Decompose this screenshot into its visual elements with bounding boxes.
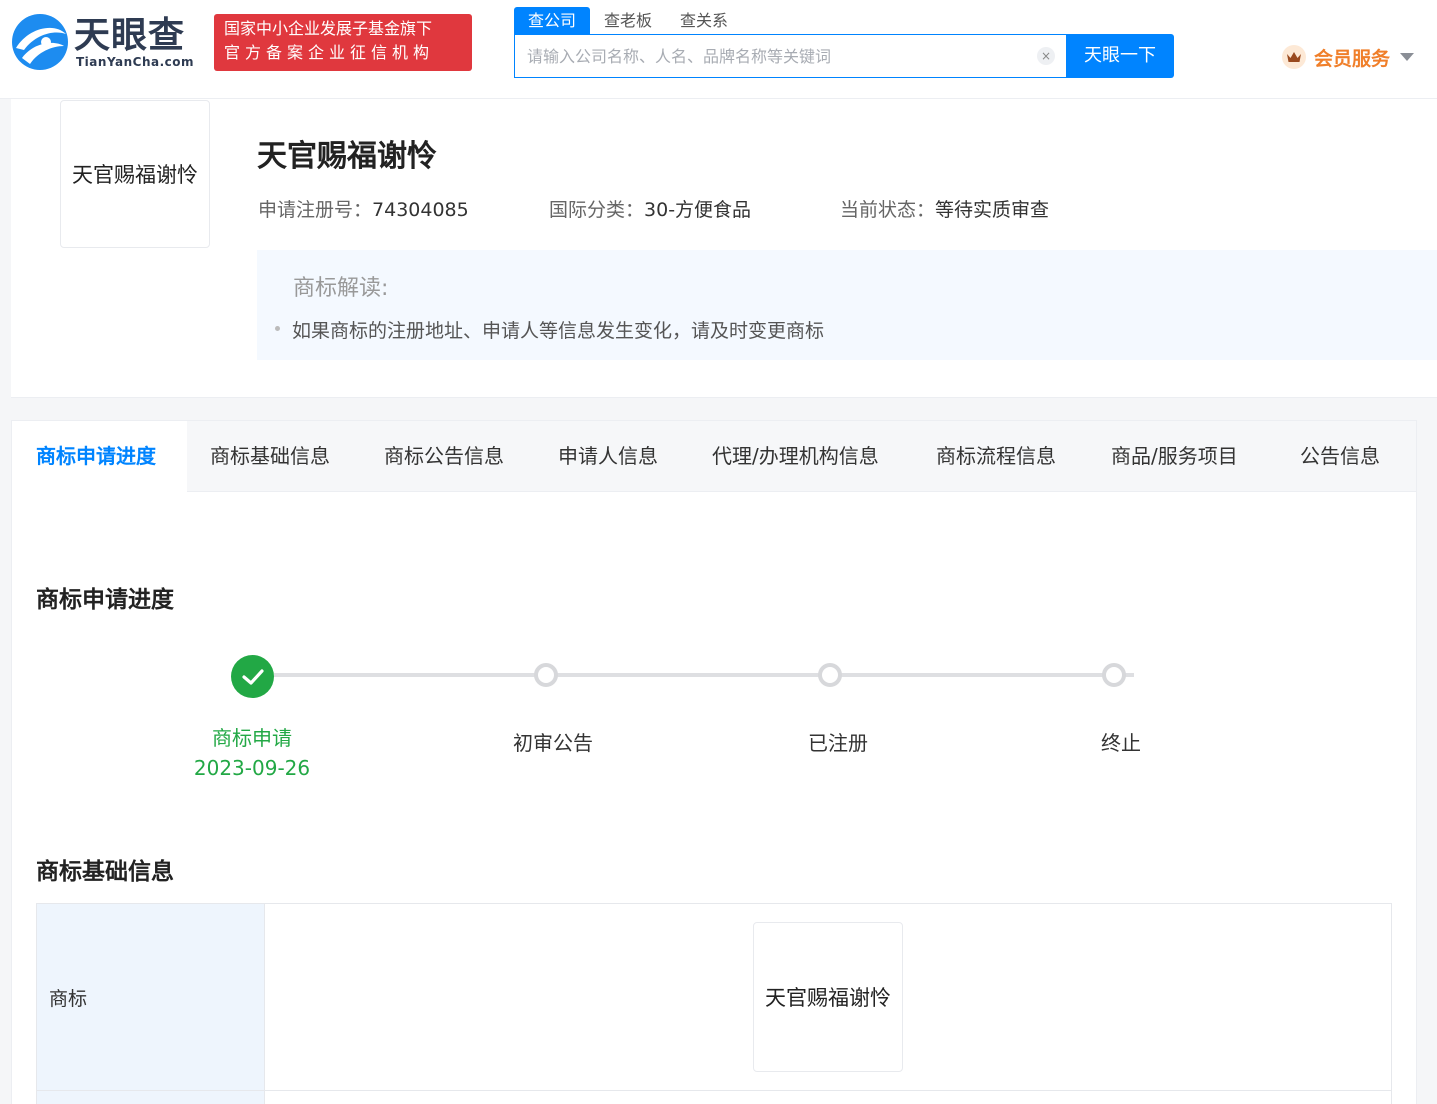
tab-agency-info[interactable]: 代理/办理机构信息	[712, 421, 879, 492]
interpretation-title: 商标解读:	[293, 276, 389, 301]
trademark-name: 天官赐福谢怜	[257, 139, 437, 174]
search-tab-relation[interactable]: 查关系	[666, 7, 742, 34]
step-label: 终止	[1101, 731, 1141, 755]
crown-icon	[1282, 45, 1306, 69]
tab-applicant-info[interactable]: 申请人信息	[558, 421, 658, 492]
step-label: 初审公告	[513, 731, 593, 755]
member-service-menu[interactable]: 会员服务	[1282, 42, 1415, 72]
trademark-image[interactable]: 天官赐福谢怜	[753, 922, 903, 1072]
table-row	[37, 1091, 1391, 1104]
clear-icon[interactable]: ×	[1037, 47, 1055, 65]
table-value-cell	[265, 1091, 1391, 1104]
search-type-tabs: 查公司 查老板 查关系	[514, 7, 742, 34]
check-icon	[241, 668, 264, 685]
bullet-icon	[275, 326, 280, 331]
trademark-detail-card: 商标申请进度 商标基础信息 商标公告信息 申请人信息 代理/办理机构信息 商标流…	[11, 420, 1417, 1104]
trademark-summary-card: 天官赐福谢怜 天官赐福谢怜 申请注册号：74304085 国际分类：30-方便食…	[11, 99, 1437, 398]
international-class-label: 国际分类：	[549, 199, 645, 221]
tab-announcement-info[interactable]: 商标公告信息	[384, 421, 504, 492]
tab-goods-services[interactable]: 商品/服务项目	[1111, 421, 1238, 492]
table-row: 商标 天官赐福谢怜	[37, 904, 1391, 1091]
search-tab-company[interactable]: 查公司	[514, 7, 591, 34]
trademark-interpretation: 商标解读: 如果商标的注册地址、申请人等信息发生变化，请及时变更商标	[257, 250, 1437, 360]
search-tab-boss[interactable]: 查老板	[590, 7, 666, 34]
application-progress-timeline: 商标申请 2023-09-26 初审公告 已注册 终止	[12, 651, 1416, 791]
search-button[interactable]: 天眼一下	[1066, 34, 1174, 78]
interpretation-text: 如果商标的注册地址、申请人等信息发生变化，请及时变更商标	[292, 320, 825, 342]
top-header: 天眼查 TianYanCha.com 国家中小企业发展子基金旗下 官方备案企业征…	[0, 0, 1437, 99]
registration-number-label: 申请注册号：	[258, 199, 373, 221]
step-node-completed	[231, 655, 274, 698]
badge-line-1: 国家中小企业发展子基金旗下	[224, 19, 433, 38]
chevron-down-icon	[1400, 53, 1415, 61]
international-class-value: 30-方便食品	[644, 199, 752, 221]
certification-badge: 国家中小企业发展子基金旗下 官方备案企业征信机构	[214, 14, 472, 71]
logo-text-cn: 天眼查	[74, 15, 186, 56]
table-label-cell	[37, 1091, 265, 1104]
tab-process-info[interactable]: 商标流程信息	[936, 421, 1056, 492]
current-status-label: 当前状态：	[840, 199, 936, 221]
trademark-thumbnail: 天官赐福谢怜	[60, 100, 210, 248]
tab-application-progress[interactable]: 商标申请进度	[12, 421, 187, 493]
interpretation-item: 如果商标的注册地址、申请人等信息发生变化，请及时变更商标	[275, 316, 824, 343]
tab-basic-info[interactable]: 商标基础信息	[210, 421, 330, 492]
table-label-cell: 商标	[37, 904, 265, 1090]
registration-number: 申请注册号：74304085	[258, 197, 469, 223]
international-class: 国际分类：30-方便食品	[549, 197, 751, 223]
progress-section-title: 商标申请进度	[36, 587, 174, 613]
progress-track	[274, 673, 1134, 677]
step-date: 2023-09-26	[193, 756, 311, 780]
tianyancha-logo[interactable]: 天眼查 TianYanCha.com	[10, 12, 210, 74]
current-status-value: 等待实质审查	[935, 199, 1050, 221]
step-label: 已注册	[808, 731, 868, 755]
member-service-label: 会员服务	[1314, 47, 1391, 70]
step-node-pending	[1102, 663, 1126, 687]
basic-info-table: 商标 天官赐福谢怜	[36, 903, 1392, 1104]
step-node-pending	[818, 663, 842, 687]
search-input[interactable]	[527, 35, 1027, 77]
step-label: 商标申请	[212, 726, 292, 750]
search-box: ×	[514, 34, 1067, 78]
step-node-pending	[534, 663, 558, 687]
detail-tabbar: 商标申请进度 商标基础信息 商标公告信息 申请人信息 代理/办理机构信息 商标流…	[12, 421, 1416, 493]
current-status: 当前状态：等待实质审查	[840, 197, 1049, 223]
logo-text-en: TianYanCha.com	[76, 55, 195, 69]
badge-line-2: 官方备案企业征信机构	[224, 43, 435, 62]
basic-info-section-title: 商标基础信息	[36, 859, 174, 885]
registration-number-value: 74304085	[372, 199, 469, 221]
tab-notice-info[interactable]: 公告信息	[1300, 421, 1380, 492]
logo-eye-icon	[12, 14, 68, 70]
table-value-cell: 天官赐福谢怜	[265, 904, 1391, 1090]
